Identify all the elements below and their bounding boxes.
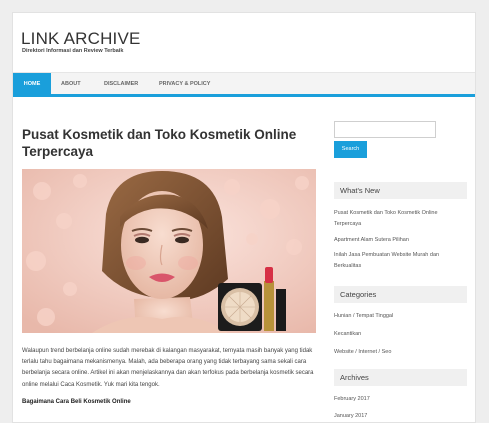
nav-item-about[interactable]: ABOUT [61, 73, 81, 95]
post-featured-image [22, 169, 316, 333]
search-button[interactable]: Search [334, 141, 367, 158]
post-title[interactable]: Pusat Kosmetik dan Toko Kosmetik Online … [22, 126, 322, 160]
whats-new-link[interactable]: Apartment Alam Sutera Pilihan [334, 235, 464, 246]
page-container: LINK ARCHIVE Direktori Informasi dan Rev… [12, 12, 476, 423]
site-description: Direktori Informasi dan Review Terbaik [22, 48, 124, 54]
post-paragraph: Walaupun trend berbelanja online sudah m… [22, 348, 314, 388]
category-link[interactable]: Hunian / Tempat Tinggal [334, 311, 464, 322]
search-input[interactable] [334, 121, 436, 138]
widget-title-categories: Categories [334, 286, 467, 303]
post-subheading: Bagaimana Cara Beli Kosmetik Online [22, 398, 131, 405]
category-link[interactable]: Website / Internet / Seo [334, 347, 464, 358]
nav-item-home[interactable]: HOME [13, 73, 51, 95]
whats-new-link[interactable]: Inilah Jasa Pembuatan Website Murah dan … [334, 250, 464, 271]
post-body: Walaupun trend berbelanja online sudah m… [22, 346, 318, 414]
category-link[interactable]: Kecantikan [334, 329, 464, 340]
widget-title-whats-new: What's New [334, 182, 467, 199]
widget-title-archives: Archives [334, 369, 467, 386]
main-navigation: HOME ABOUT DISCLAIMER PRIVACY & POLICY [13, 72, 475, 97]
archive-link[interactable]: February 2017 [334, 394, 464, 405]
site-header: LINK ARCHIVE Direktori Informasi dan Rev… [13, 13, 475, 71]
nav-item-disclaimer[interactable]: DISCLAIMER [104, 73, 138, 95]
site-title[interactable]: LINK ARCHIVE [21, 29, 141, 49]
nav-item-privacy-policy[interactable]: PRIVACY & POLICY [159, 73, 210, 95]
whats-new-link[interactable]: Pusat Kosmetik dan Toko Kosmetik Online … [334, 208, 464, 229]
archive-link[interactable]: January 2017 [334, 411, 464, 422]
cosmetics-model-illustration [22, 169, 316, 333]
main-content: Pusat Kosmetik dan Toko Kosmetik Online … [13, 110, 323, 422]
